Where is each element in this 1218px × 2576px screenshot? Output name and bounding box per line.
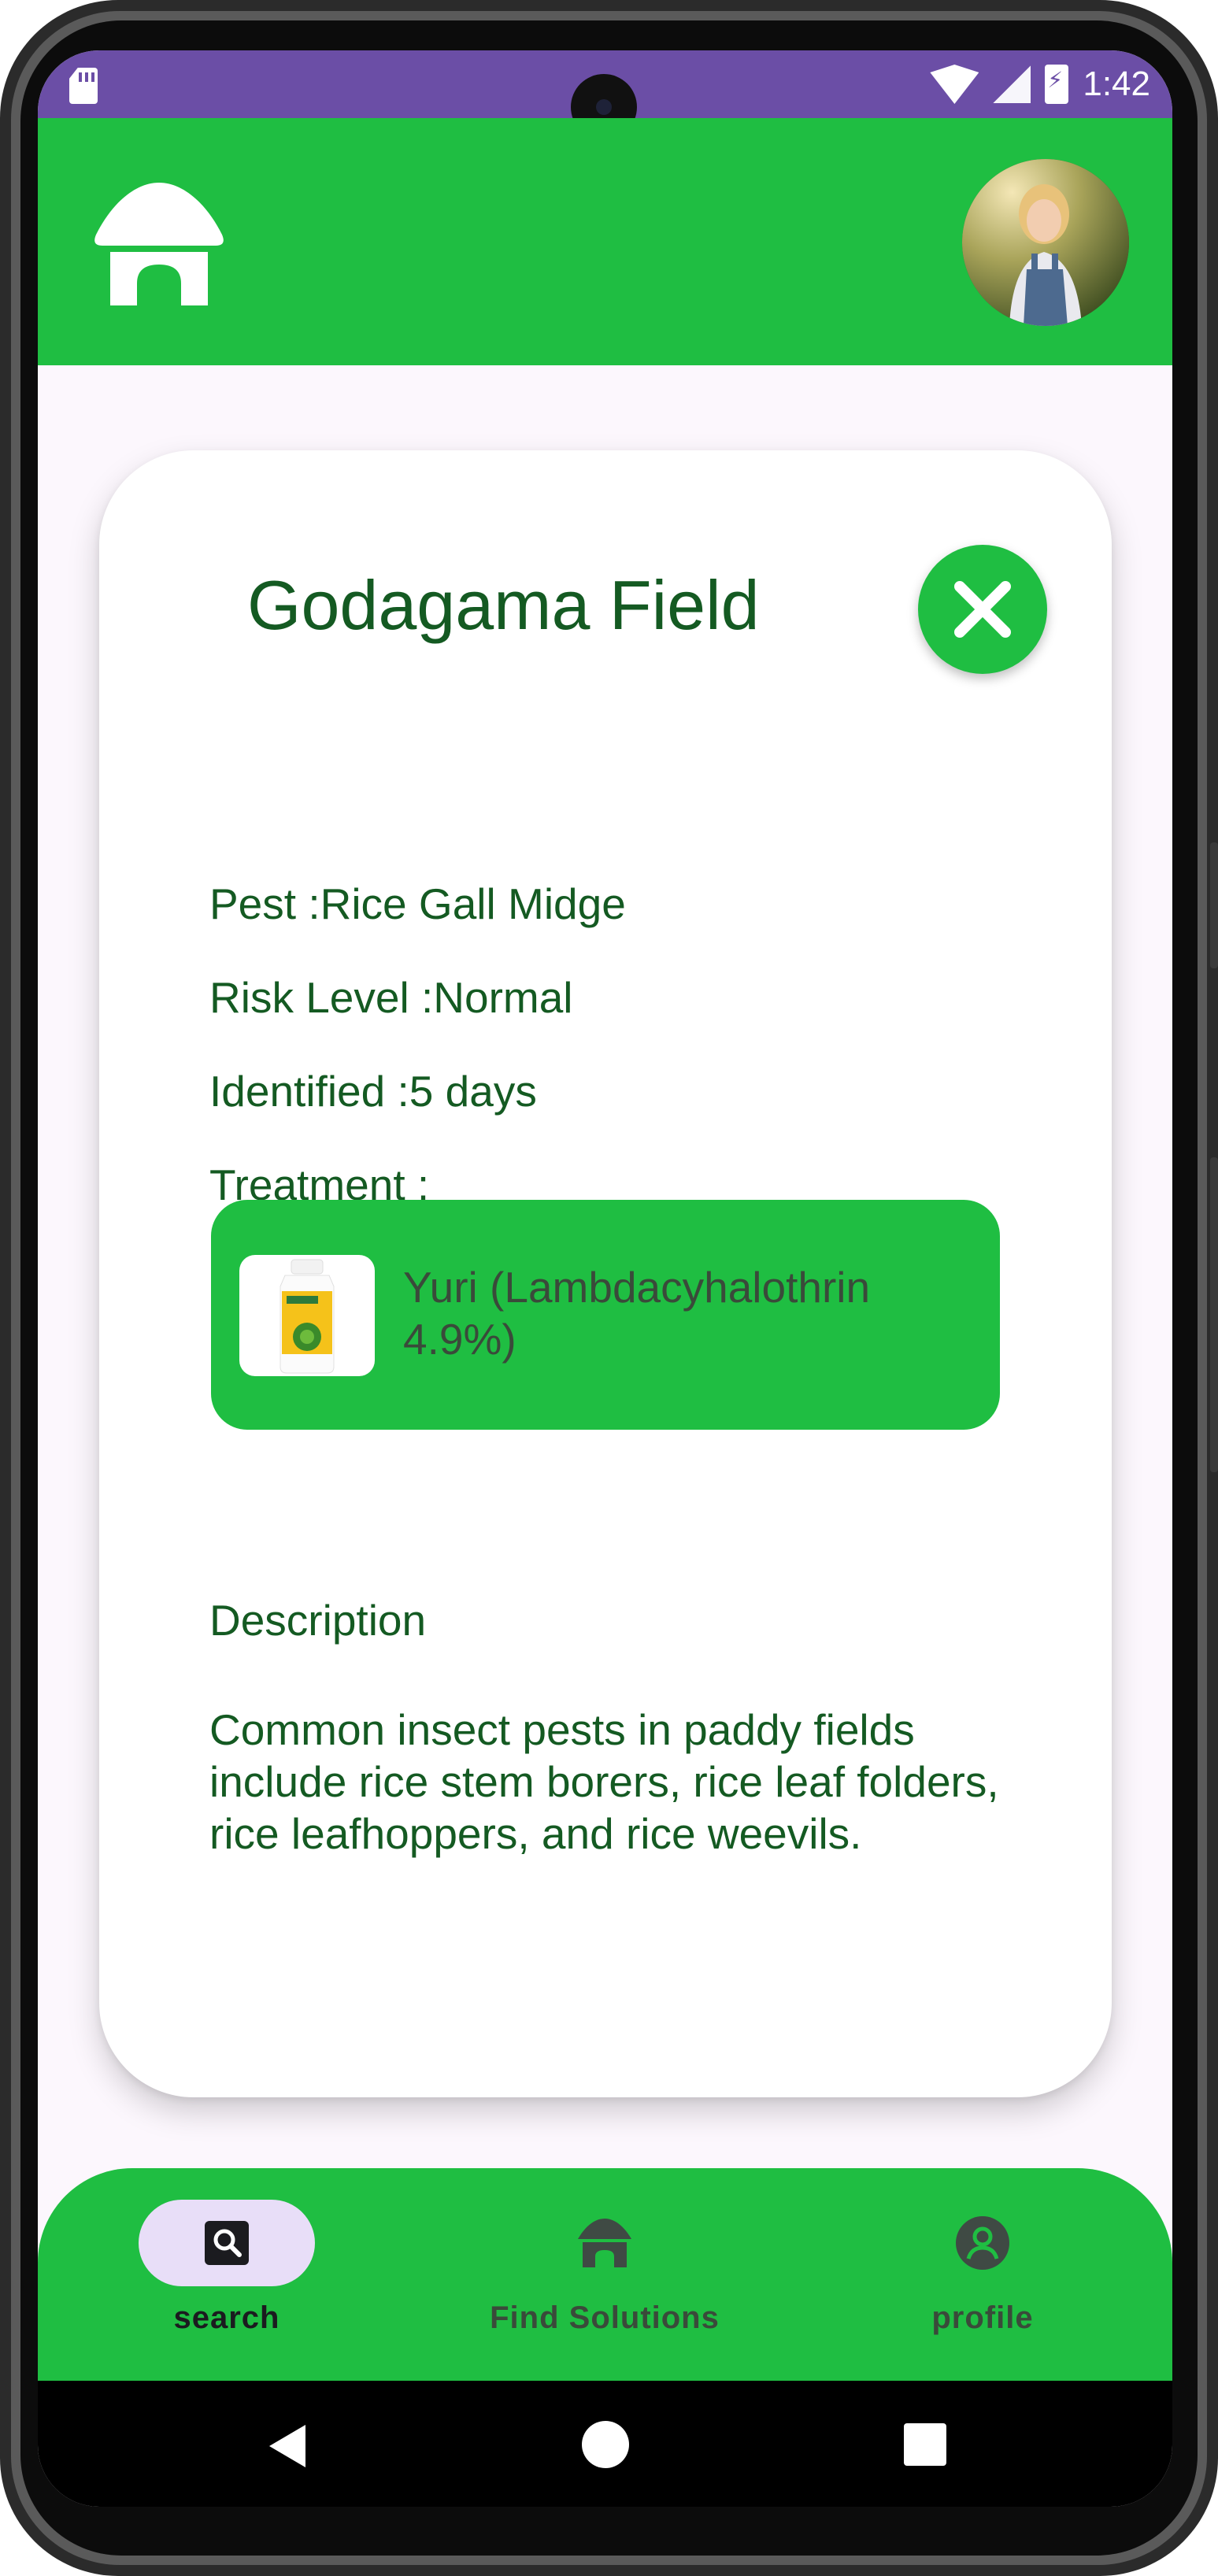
nav-pill-search[interactable]	[139, 2200, 315, 2286]
close-icon	[954, 581, 1011, 638]
wifi-icon	[930, 65, 979, 104]
house-icon[interactable]	[88, 180, 230, 309]
volume-button	[1210, 842, 1218, 968]
field-title: Godagama Field	[247, 566, 760, 644]
back-icon[interactable]	[265, 2422, 312, 2471]
user-avatar-photo	[962, 159, 1129, 326]
status-time: 1:42	[1083, 65, 1150, 103]
close-button[interactable]	[918, 545, 1047, 674]
signal-icon	[993, 65, 1031, 103]
avatar[interactable]	[962, 159, 1129, 326]
screen: 1:42	[38, 50, 1172, 2507]
treatment-name: Yuri (Lambdacyhalothrin 4.9%)	[403, 1263, 871, 1364]
nav-pill-find-solutions[interactable]	[516, 2200, 693, 2286]
bottom-nav: search Find Solutions profile	[38, 2168, 1172, 2381]
status-icons: 1:42	[930, 58, 1150, 110]
pesticide-bottle-image	[239, 1255, 375, 1376]
description-heading: Description	[209, 1596, 427, 1645]
risk-level-info: Risk Level :Normal	[209, 973, 573, 1022]
search-icon	[205, 2221, 249, 2265]
field-detail-card: Godagama Field Pest :Rice Gall Midge Ris…	[99, 450, 1112, 2097]
description-text: Common insect pests in paddy fields incl…	[209, 1705, 999, 1858]
nav-label-find-solutions: Find Solutions	[490, 2300, 720, 2335]
home-circle-icon[interactable]	[579, 2419, 631, 2471]
nav-item-profile[interactable]: profile	[825, 2200, 1140, 2336]
nav-label-search: search	[173, 2300, 280, 2335]
pest-info: Pest :Rice Gall Midge	[209, 879, 626, 928]
battery-charging-icon	[1045, 65, 1069, 104]
recents-icon[interactable]	[902, 2422, 948, 2467]
nav-item-find-solutions[interactable]: Find Solutions	[447, 2200, 762, 2336]
treatment-item[interactable]: Yuri (Lambdacyhalothrin 4.9%)	[211, 1200, 1000, 1430]
nav-pill-profile[interactable]	[894, 2200, 1071, 2286]
system-nav-bar	[38, 2381, 1172, 2507]
app-bar	[38, 118, 1172, 365]
nav-item-search[interactable]: search	[69, 2200, 384, 2336]
house-icon	[578, 2219, 631, 2267]
power-button	[1210, 1157, 1218, 1472]
identified-info: Identified :5 days	[209, 1067, 537, 1116]
sd-card-icon	[69, 68, 98, 104]
nav-label-profile: profile	[931, 2300, 1034, 2335]
profile-icon	[956, 2216, 1009, 2270]
